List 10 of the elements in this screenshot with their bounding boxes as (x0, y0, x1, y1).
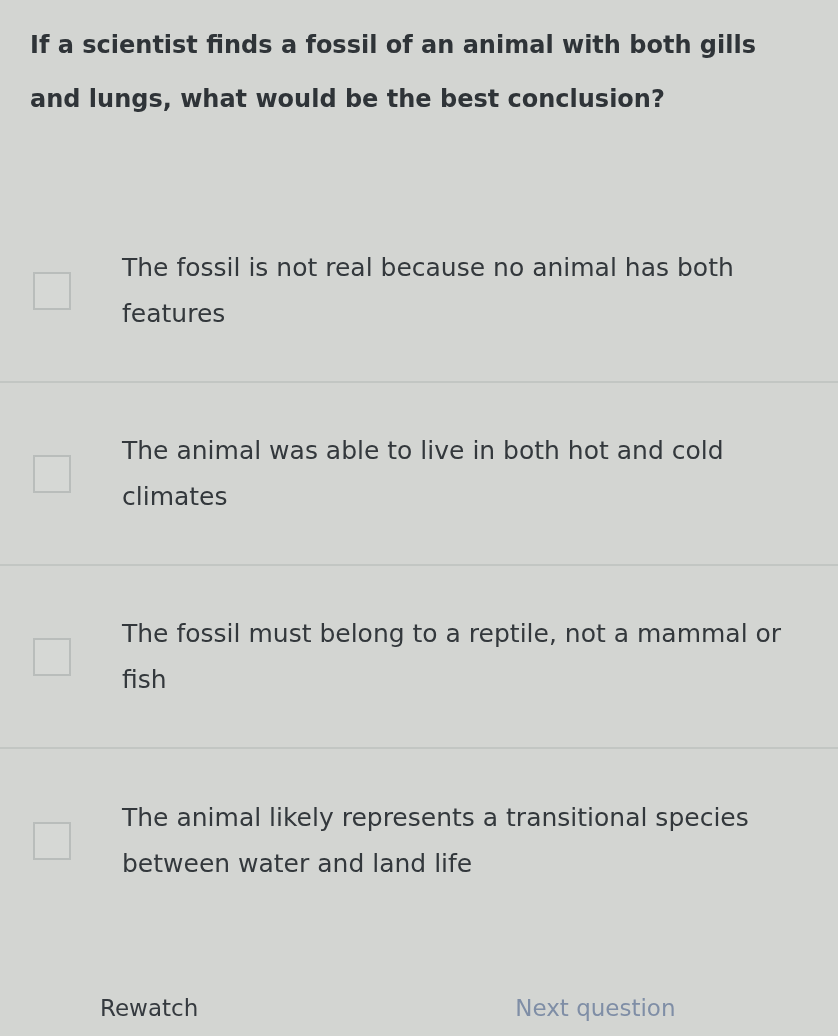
answer-text[interactable]: The fossil is not real because no animal has both features (122, 244, 822, 337)
answer-checkbox[interactable] (33, 637, 71, 676)
answer-checkbox[interactable] (33, 271, 71, 310)
answer-text[interactable]: The animal likely represents a transitional species between water and land life (122, 794, 822, 887)
rewatch-button[interactable]: Rewatch (100, 986, 199, 1030)
question-text: If a scientist finds a fossil of an animal with both gills and lungs, what would be the best conclusion? (30, 30, 757, 115)
answer-checkbox[interactable] (33, 454, 71, 493)
answer-text[interactable]: The fossil must belong to a reptile, not a mammal or fish (122, 610, 822, 703)
answer-text[interactable]: The animal was able to live in both hot and cold climates (122, 427, 822, 520)
answer-checkbox[interactable] (33, 821, 71, 860)
